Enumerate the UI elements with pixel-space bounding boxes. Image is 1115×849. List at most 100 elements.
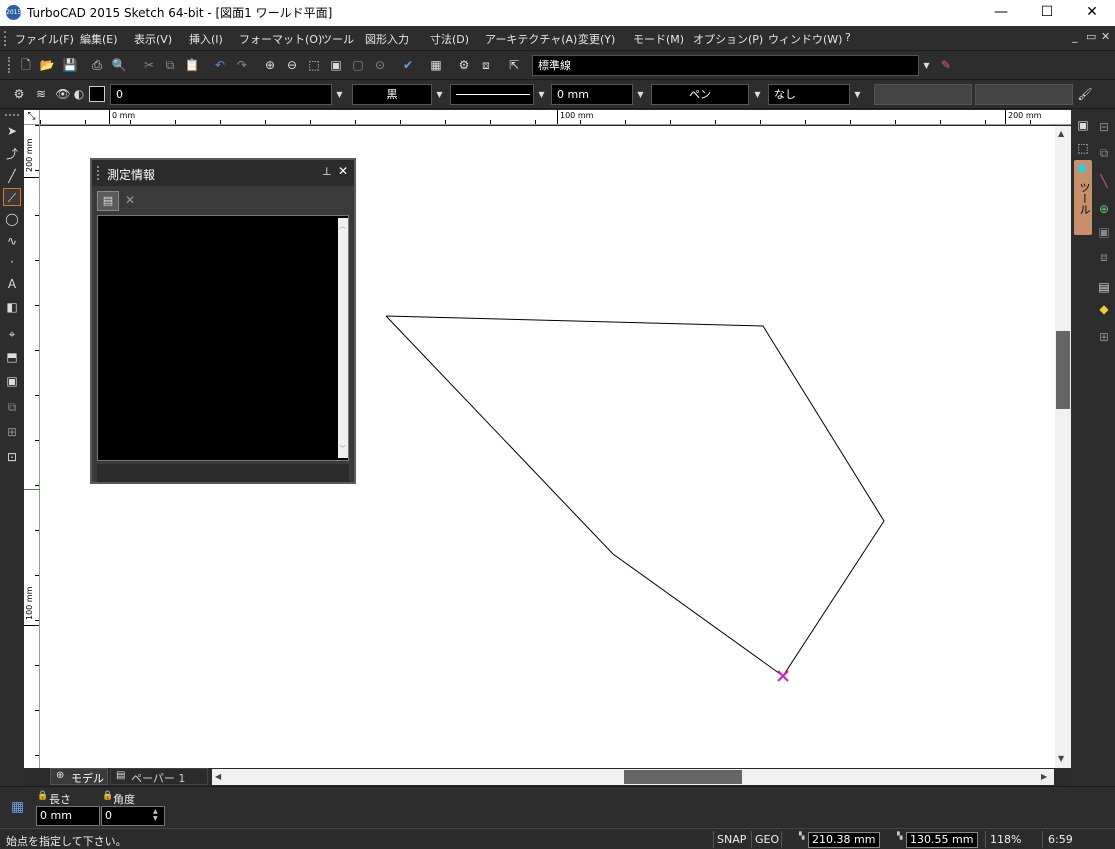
close-window-button[interactable]: ✕	[1069, 0, 1115, 26]
menu-architecture[interactable]: アーキテクチャ(A)	[485, 31, 577, 47]
pin-icon[interactable]: ⊥	[322, 165, 332, 178]
insert-tool-icon[interactable]: ⊡	[3, 448, 21, 466]
palette-icon[interactable]: ▣	[1095, 223, 1113, 241]
properties-icon[interactable]: ⚙	[455, 56, 473, 74]
scroll-up-icon[interactable]: ▲	[1058, 129, 1064, 138]
select-arrow-icon[interactable]: ➤	[3, 122, 21, 140]
linewidth-combo[interactable]: 0 mm	[551, 84, 633, 105]
palette-icon[interactable]: ⊟	[1095, 118, 1113, 136]
dimension-tool-icon[interactable]: ⌖	[3, 325, 21, 343]
chevron-down-icon[interactable]: ▼	[919, 55, 934, 76]
hatch-tool-icon[interactable]: ◧	[3, 298, 21, 316]
menu-mode[interactable]: モード(M)	[633, 31, 684, 47]
mdi-minimize-button[interactable]: _	[1072, 30, 1078, 43]
chevron-down-icon[interactable]: ▼	[432, 84, 447, 105]
menu-modify[interactable]: 変更(Y)	[578, 31, 615, 47]
menu-draw[interactable]: 図形入力	[365, 31, 409, 47]
match-properties-icon[interactable]: 🖌	[1076, 85, 1094, 103]
y-coordinate-field[interactable]: 130.55 mm	[906, 832, 978, 848]
zoom-previous-icon[interactable]: ⊙	[371, 56, 389, 74]
group-tool-icon[interactable]: ⧉	[3, 398, 21, 416]
circle-tool-icon[interactable]: ◯	[3, 210, 21, 228]
horizontal-scrollbar[interactable]: ◀ ▶	[212, 769, 1054, 785]
palette-icon[interactable]: ◆	[1095, 300, 1113, 318]
palette-icon[interactable]: ╲	[1095, 172, 1113, 190]
maximize-button[interactable]: ☐	[1024, 0, 1070, 26]
menu-format[interactable]: フォーマット(O)	[239, 31, 322, 47]
layer-combo[interactable]: 0	[110, 84, 332, 105]
calculator-icon[interactable]: ▦	[11, 799, 24, 815]
color-combo[interactable]: 黒	[352, 84, 432, 105]
layer-manager-icon[interactable]: ≋	[32, 85, 50, 103]
eraser-icon[interactable]: ✎	[937, 56, 955, 74]
toolbar-grip[interactable]	[5, 114, 19, 117]
vertical-scrollbar[interactable]: ▲ ▼	[1055, 126, 1071, 768]
undo-icon[interactable]: ↶	[211, 56, 229, 74]
new-file-icon[interactable]: 🗋	[17, 56, 35, 74]
text-tool-icon[interactable]: A	[3, 275, 21, 293]
tab-paper-1[interactable]: ▤ ペーパー 1	[110, 768, 208, 785]
pen-combo[interactable]: ペン	[651, 84, 749, 105]
angle-spinner[interactable]: ▲ ▼	[153, 808, 158, 822]
copy-icon[interactable]: ⧉	[161, 56, 179, 74]
menu-options[interactable]: オプション(P)	[693, 31, 763, 47]
image-tool-icon[interactable]: ▣	[3, 372, 21, 390]
menubar-grip[interactable]	[4, 31, 7, 46]
color-swatch[interactable]	[89, 86, 105, 102]
length-field[interactable]: 0 mm	[36, 806, 100, 826]
menu-tools[interactable]: ツール	[321, 31, 354, 47]
point-tool-icon[interactable]: ·	[3, 253, 21, 271]
scroll-up-icon[interactable]: ︿	[339, 221, 346, 231]
node-edit-icon[interactable]: ⤴	[3, 145, 21, 163]
mdi-restore-button[interactable]: ▭	[1086, 30, 1096, 43]
palette-icon[interactable]: ⧉	[1095, 144, 1113, 162]
scroll-down-icon[interactable]: ﹀	[339, 444, 346, 454]
scroll-right-icon[interactable]: ▶	[1041, 772, 1047, 781]
palette-icon[interactable]: ▤	[1095, 278, 1113, 296]
redo-icon[interactable]: ↷	[233, 56, 251, 74]
line-tool-icon[interactable]: ╱	[3, 167, 21, 185]
polygon-shape[interactable]	[385, 315, 885, 677]
palette-scrollbar[interactable]: ︿ ﹀	[338, 218, 348, 458]
menu-view[interactable]: 表示(V)	[134, 31, 172, 47]
menu-help[interactable]: ?	[845, 31, 851, 44]
paste-icon[interactable]: 📋	[183, 56, 201, 74]
toolbar-grip[interactable]	[8, 57, 11, 73]
print-preview-icon[interactable]: 🔍	[110, 56, 128, 74]
tab-model[interactable]: ⊕ モデル	[50, 768, 108, 785]
zoom-extents-icon[interactable]: ▣	[327, 56, 345, 74]
selector-icon[interactable]: ⬚	[1074, 139, 1092, 157]
geo-toggle[interactable]: GEO	[755, 833, 779, 846]
measure-output-box[interactable]: ︿ ﹀	[97, 215, 349, 461]
palette-grip[interactable]	[97, 166, 100, 180]
snap-toggle[interactable]: SNAP	[717, 833, 746, 846]
clear-icon[interactable]: ✕	[125, 193, 135, 207]
block-tool-icon[interactable]: ⬒	[3, 348, 21, 366]
scroll-down-icon[interactable]: ▼	[1058, 754, 1064, 763]
print-icon[interactable]: ⎙	[88, 56, 106, 74]
select-by-icon[interactable]: ⇱	[505, 56, 523, 74]
zoom-window-icon[interactable]: ⬚	[305, 56, 323, 74]
chevron-down-icon[interactable]: ▼	[633, 84, 648, 105]
ruler-origin-corner[interactable]: ⤡	[24, 110, 40, 125]
mdi-close-button[interactable]: ✕	[1101, 30, 1110, 43]
explode-tool-icon[interactable]: ⊞	[3, 423, 21, 441]
layers-icon[interactable]: ⧈	[477, 56, 495, 74]
panel-icon[interactable]: ▣	[1074, 116, 1092, 134]
palette-icon[interactable]: ⊞	[1095, 328, 1113, 346]
minimize-button[interactable]: —	[978, 0, 1024, 26]
zoom-page-icon[interactable]: ▢	[349, 56, 367, 74]
palette-header[interactable]: 測定情報 ⊥ ✕	[92, 160, 354, 186]
spell-check-icon[interactable]: ✔	[399, 56, 417, 74]
cut-icon[interactable]: ✂	[140, 56, 158, 74]
lock-icon[interactable]: 🔒	[102, 791, 113, 801]
style-combo[interactable]: なし	[768, 84, 850, 105]
menu-window[interactable]: ウィンドウ(W)	[768, 31, 842, 47]
chevron-down-icon[interactable]: ▼	[850, 84, 865, 105]
lock-icon[interactable]: 🔒	[37, 791, 48, 801]
zoom-level[interactable]: 118%	[990, 833, 1021, 846]
scroll-left-icon[interactable]: ◀	[215, 772, 221, 781]
menu-edit[interactable]: 編集(E)	[80, 31, 118, 47]
x-coordinate-field[interactable]: 210.38 mm	[808, 832, 880, 848]
linetype-combo[interactable]	[450, 84, 534, 105]
